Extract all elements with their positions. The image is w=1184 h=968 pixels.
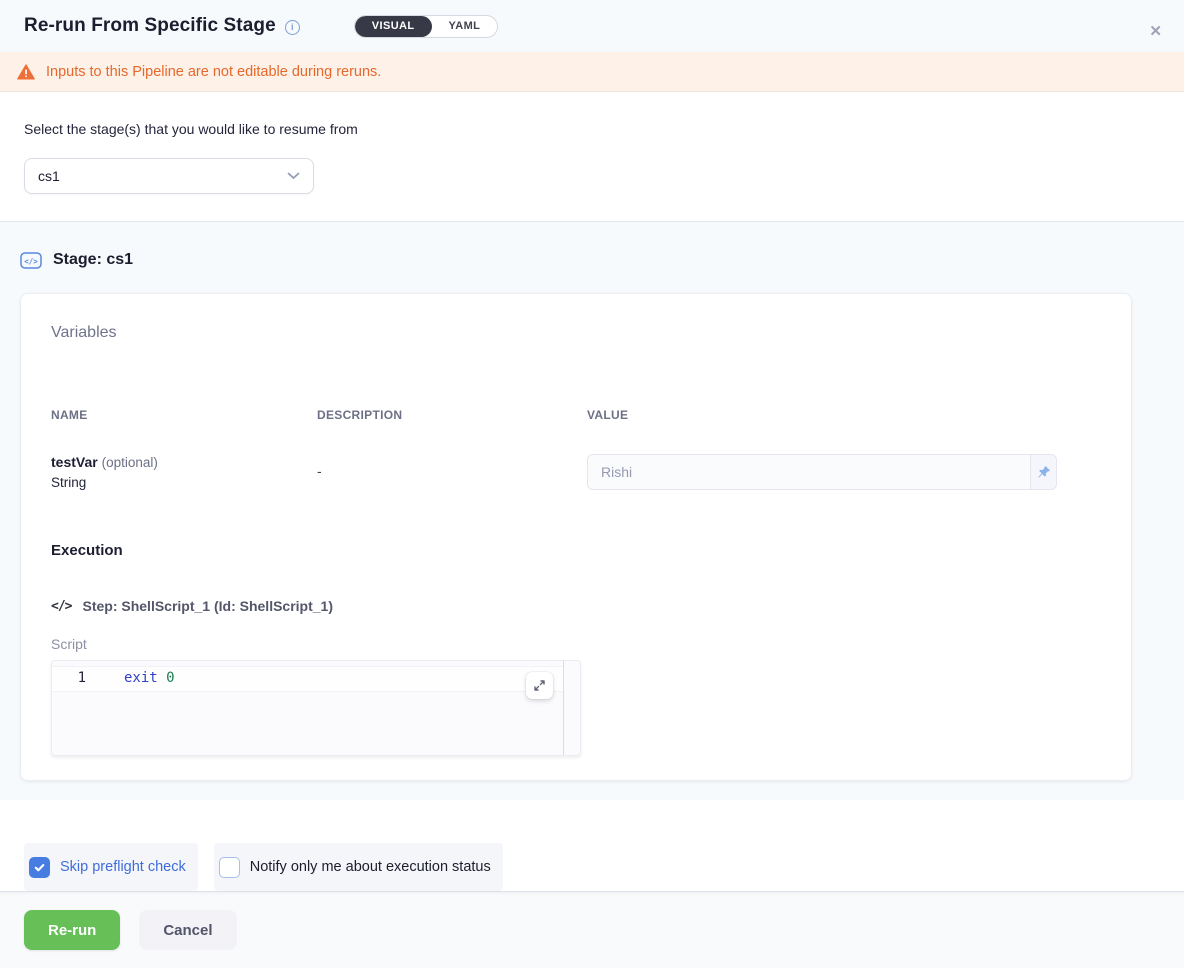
line-number: 1: [52, 670, 86, 686]
execution-title: Execution: [51, 542, 1101, 560]
editor-scrollbar[interactable]: [563, 661, 564, 755]
warning-triangle-icon: [17, 64, 35, 80]
variable-value-input[interactable]: [587, 454, 1030, 490]
table-row: testVar (optional) String -: [51, 454, 1101, 502]
notify-me-label: Notify only me about execution status: [250, 859, 491, 875]
code-icon: </>: [51, 599, 71, 614]
notify-me-checkbox[interactable]: [219, 857, 240, 878]
toggle-visual[interactable]: VISUAL: [355, 16, 432, 37]
variable-value-group: [587, 454, 1057, 490]
dialog-header: Re-run From Specific Stage i VISUAL YAML…: [0, 0, 1184, 52]
stage-dropdown[interactable]: cs1: [24, 158, 314, 194]
run-options-section: Skip preflight check Notify only me abou…: [0, 800, 1184, 891]
dialog-footer: Re-run Cancel: [0, 891, 1184, 968]
code-argument: 0: [166, 670, 174, 686]
column-header-name: NAME: [51, 408, 317, 422]
skip-preflight-option[interactable]: Skip preflight check: [24, 843, 198, 891]
skip-preflight-checkbox[interactable]: [29, 857, 50, 878]
stage-title: Stage: cs1: [53, 251, 133, 269]
variable-type: String: [51, 475, 317, 490]
variable-name: testVar: [51, 454, 98, 470]
stage-details-section: </> Stage: cs1 Variables NAME DESCRIPTIO…: [0, 221, 1184, 800]
variables-table: NAME DESCRIPTION VALUE testVar (optional…: [51, 408, 1101, 502]
variable-description: -: [317, 454, 587, 502]
pin-icon[interactable]: [1030, 454, 1057, 490]
variable-optional-note: (optional): [102, 455, 158, 470]
stage-title-row: </> Stage: cs1: [0, 249, 1184, 271]
stage-code-badge-icon: </>: [20, 251, 42, 270]
notify-me-option[interactable]: Notify only me about execution status: [214, 843, 503, 891]
warning-banner: Inputs to this Pipeline are not editable…: [0, 52, 1184, 92]
warning-message: Inputs to this Pipeline are not editable…: [46, 64, 381, 80]
stage-dropdown-value: cs1: [38, 168, 60, 184]
stage-card: Variables NAME DESCRIPTION VALUE testVar…: [20, 293, 1132, 781]
code-text: exit 0: [124, 670, 175, 686]
stage-select-label: Select the stage(s) that you would like …: [24, 121, 1160, 137]
visual-yaml-toggle: VISUAL YAML: [354, 15, 499, 38]
close-icon[interactable]: ✕: [1149, 24, 1162, 39]
stage-select-section: Select the stage(s) that you would like …: [0, 92, 1184, 221]
cancel-button[interactable]: Cancel: [139, 910, 236, 950]
column-header-description: DESCRIPTION: [317, 408, 587, 422]
step-row: </> Step: ShellScript_1 (Id: ShellScript…: [51, 596, 1101, 616]
variables-table-header: NAME DESCRIPTION VALUE: [51, 408, 1101, 422]
rerun-button[interactable]: Re-run: [24, 910, 120, 950]
svg-text:</>: </>: [24, 256, 38, 265]
variables-title: Variables: [51, 324, 1101, 344]
toggle-yaml[interactable]: YAML: [432, 16, 498, 37]
script-editor[interactable]: 1 exit 0: [51, 660, 581, 756]
page-title: Re-run From Specific Stage: [24, 15, 276, 37]
skip-preflight-label: Skip preflight check: [60, 859, 186, 875]
column-header-value: VALUE: [587, 408, 1101, 422]
code-keyword: exit: [124, 670, 158, 686]
expand-icon[interactable]: [526, 672, 553, 699]
step-label: Step: ShellScript_1 (Id: ShellScript_1): [82, 598, 333, 614]
info-icon[interactable]: i: [285, 20, 300, 35]
variable-name-cell: testVar (optional) String: [51, 454, 317, 502]
code-line: 1 exit 0: [52, 661, 580, 686]
chevron-down-icon: [287, 172, 300, 180]
script-label: Script: [51, 636, 1101, 653]
